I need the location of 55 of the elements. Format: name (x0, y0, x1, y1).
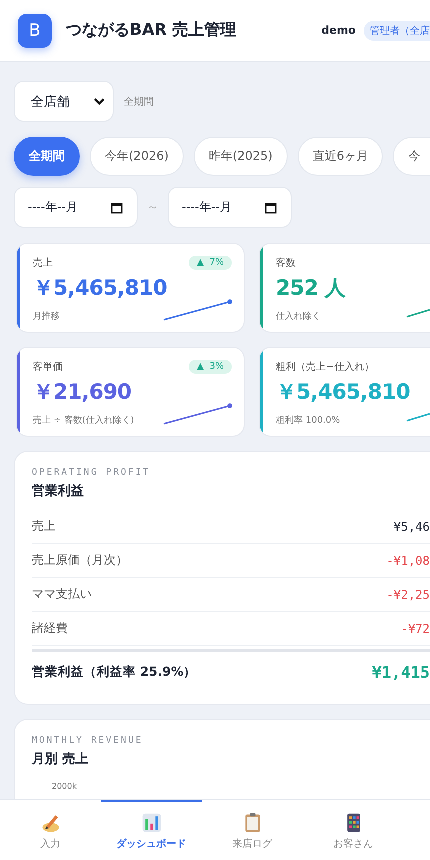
kpi-caption: 売上 ÷ 客数(仕入れ除く) (33, 416, 134, 426)
kpi-value: 252 人 (276, 275, 347, 302)
axis-label: 2000k (52, 782, 78, 791)
line-item-amount: -¥72 (401, 622, 430, 636)
calendar-icon (265, 202, 277, 214)
kpi-value: ￥5,465,810 (276, 379, 412, 406)
period-label: 全期間 (124, 96, 154, 108)
section-overline: MONTHLY REVENUE (32, 736, 144, 746)
kpi-label: 粗利（売上−仕入れ） (276, 360, 374, 374)
kpi-label: 客数 (276, 256, 296, 270)
line-item-label: 売上 (32, 518, 56, 535)
nav-tab[interactable]: ダッシュボード (101, 800, 202, 860)
user-name: demo (322, 24, 356, 37)
range-separator: ～ (146, 199, 160, 216)
kpi-label: 客単価 (33, 360, 63, 374)
kpi-caption: 粗利率 100.0% (276, 416, 340, 426)
line-item-label: 売上原価（月次） (32, 552, 128, 569)
period-chip[interactable]: 直近6ヶ月 (298, 137, 384, 176)
line-item-label: ママ支払い (32, 586, 92, 603)
trend-badge: ▲ 3% (189, 360, 232, 374)
total-label: 営業利益（利益率 25.9%） (32, 664, 197, 680)
total-amount: ¥1,415 (372, 662, 430, 682)
store-select[interactable]: 全店舗 (14, 81, 114, 122)
month-field[interactable]: ----年--月 (168, 187, 292, 228)
nav-tab[interactable]: 来店ログ (202, 800, 303, 860)
kpi-label: 売上 (33, 256, 53, 270)
period-chip[interactable]: 全期間 (14, 137, 80, 176)
nav-tab[interactable]: 入力 (0, 800, 101, 860)
line-item-amount: -¥2,25 (386, 588, 430, 602)
period-chip[interactable]: 昨年(2025) (194, 137, 288, 176)
kpi-value: ￥21,690 (33, 379, 133, 406)
app-title: つながるBAR 売上管理 (66, 20, 236, 41)
sparkline (406, 309, 430, 318)
period-chip[interactable]: 今年(2026) (90, 137, 184, 176)
sparkline (406, 413, 430, 422)
chevron-icon (94, 98, 105, 105)
section-title: 営業利益 (32, 483, 85, 500)
sparkline (162, 402, 234, 426)
nav-tab[interactable]: お客さん (303, 800, 404, 860)
app-logo: B (18, 14, 52, 48)
calendar-icon (111, 202, 123, 214)
section-title: 月別 売上 (32, 751, 90, 768)
month-field[interactable]: ----年--月 (14, 187, 138, 228)
sparkline (162, 298, 234, 322)
bar-chart-icon (140, 812, 162, 834)
role-badge: 管理者（全店 (364, 20, 430, 40)
kpi-value: ￥5,465,810 (33, 275, 168, 302)
trend-badge: ▲ 7% (189, 256, 232, 270)
kpi-caption: 月推移 (33, 312, 60, 322)
line-item-amount: ¥5,46 (394, 520, 430, 534)
kpi-caption: 仕入れ除く (276, 312, 321, 322)
period-chip[interactable]: 今 (393, 137, 430, 176)
line-item-amount: -¥1,08 (386, 554, 430, 568)
line-item-label: 諸経費 (32, 620, 68, 637)
section-overline: OPERATING PROFIT (32, 468, 152, 478)
